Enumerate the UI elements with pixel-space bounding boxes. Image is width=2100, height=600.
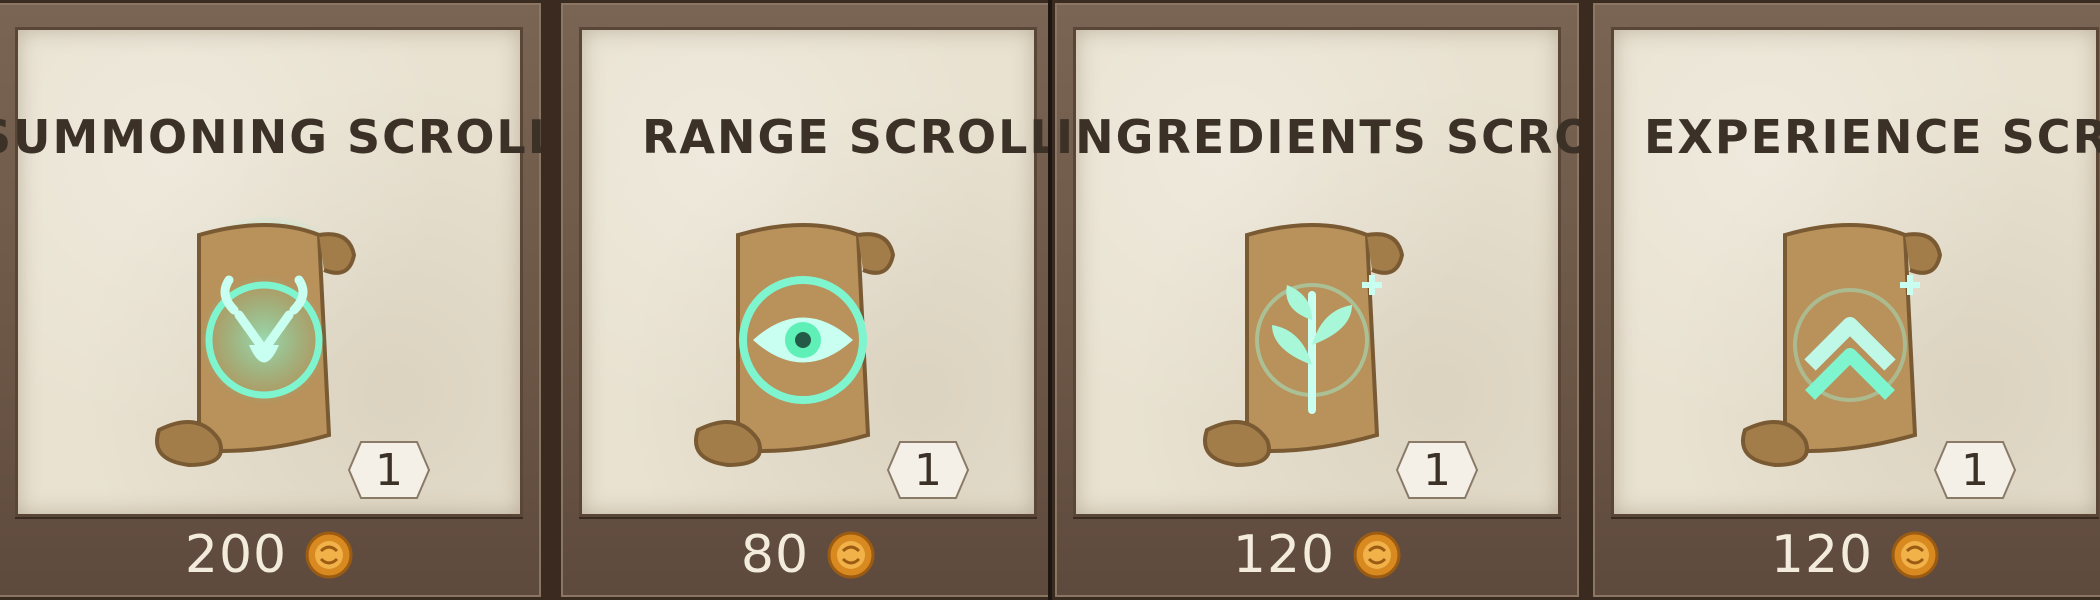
quantity-badge: 1 — [1933, 440, 2017, 500]
price-value: 120 — [1770, 525, 1874, 585]
price-bar[interactable]: 200 — [0, 513, 541, 597]
card-title: Range Scroll — [642, 110, 1058, 164]
price-value: 120 — [1232, 525, 1336, 585]
gold-coin-icon — [827, 531, 875, 579]
quantity-badge: 1 — [1395, 440, 1479, 500]
shop-card-summoning-scroll[interactable]: Summoning Scroll 1 — [0, 0, 544, 600]
quantity-text: 1 — [914, 444, 942, 496]
shop-card-range-scroll[interactable]: Range Scroll 1 80 — [558, 0, 1058, 600]
quantity-text: 1 — [375, 444, 403, 496]
quantity-text: 1 — [1423, 444, 1451, 496]
quantity-badge: 1 — [347, 440, 431, 500]
price-value: 200 — [184, 525, 288, 585]
price-bar[interactable]: 120 — [1593, 513, 2100, 597]
gold-coin-icon — [1353, 531, 1401, 579]
card-title: Ingredients Scroll — [1056, 110, 1579, 164]
price-bar[interactable]: 80 — [561, 513, 1055, 597]
shop-card-experience-scroll[interactable]: Experience Scroll 1 120 — [1590, 0, 2100, 600]
quantity-text: 1 — [1961, 444, 1989, 496]
card-panel: Experience Scroll 1 — [1611, 27, 2100, 517]
shop-card-ingredients-scroll[interactable]: Ingredients Scroll 1 120 — [1052, 0, 1582, 600]
shop-item-row: Summoning Scroll 1 — [0, 0, 2100, 600]
card-panel: Range Scroll 1 — [579, 27, 1058, 517]
gold-coin-icon — [305, 531, 353, 579]
price-value: 80 — [740, 525, 810, 585]
gold-coin-icon — [1891, 531, 1939, 579]
card-panel: Summoning Scroll 1 — [0, 27, 541, 517]
quantity-badge: 1 — [886, 440, 970, 500]
price-bar[interactable]: 120 — [1055, 513, 1579, 597]
card-title: Summoning Scroll — [0, 110, 544, 164]
card-panel: Ingredients Scroll 1 — [1056, 27, 1579, 517]
card-title: Experience Scroll — [1644, 110, 2100, 164]
